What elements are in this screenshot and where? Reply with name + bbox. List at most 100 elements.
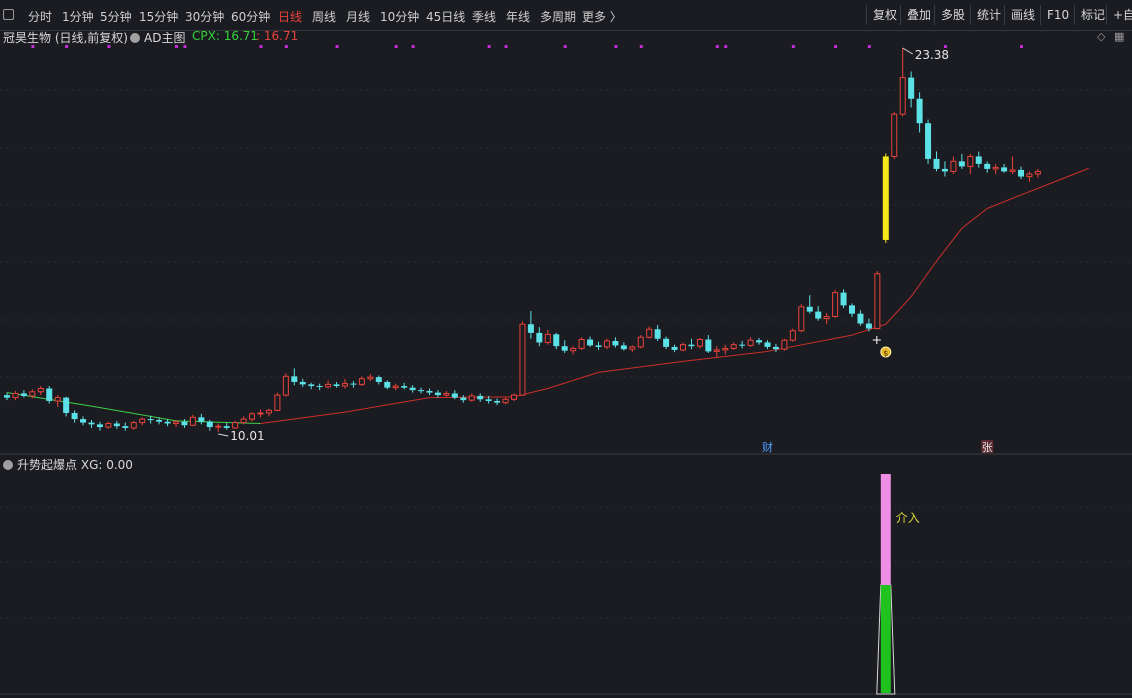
candle-body [561, 346, 568, 351]
candle-body [88, 422, 95, 425]
candle-body [12, 392, 19, 399]
candle-body [958, 161, 965, 167]
candle-body [113, 423, 120, 427]
candle-body [891, 113, 898, 157]
ma-line-segment [91, 405, 177, 422]
marker-dot [639, 45, 643, 48]
candle-body [899, 77, 906, 115]
candle-body [629, 346, 636, 350]
candle-body [1001, 167, 1008, 172]
candle-body [587, 339, 594, 346]
candle-body [756, 340, 763, 343]
candle-body [46, 388, 53, 401]
candle-body [249, 413, 256, 420]
candle-body [291, 376, 298, 382]
candle-body [494, 400, 501, 403]
candle-body [722, 347, 729, 351]
candle-body [54, 397, 61, 402]
event-marker-cai: 财 [762, 440, 773, 454]
candle-body [223, 426, 230, 428]
ma-line-segment [961, 208, 988, 229]
candle-body [840, 292, 847, 306]
ma-line-segment [1020, 181, 1055, 196]
candle-body [299, 381, 306, 385]
marker-dot [335, 45, 339, 48]
candle-body [375, 377, 382, 382]
candle-body [544, 333, 551, 343]
candle-body [342, 383, 348, 387]
marker-dot [183, 45, 187, 48]
candle-body [1026, 173, 1033, 178]
candle-body [789, 330, 796, 341]
candle-body [485, 399, 492, 401]
candle-body [950, 160, 957, 172]
candle-body [418, 390, 425, 392]
ma-line-segment [260, 411, 346, 424]
candle-body [333, 384, 340, 387]
candle-body [823, 315, 830, 320]
candle-body [122, 426, 129, 428]
signal-bar-top [880, 474, 891, 585]
max-pointer [902, 47, 913, 55]
signal-bar-bottom [880, 585, 891, 693]
candle-body [882, 156, 889, 240]
marker-dot [715, 45, 719, 48]
candle-body [992, 166, 999, 170]
marker-dot [724, 45, 728, 48]
candle-body [130, 422, 137, 429]
candle-body [578, 338, 585, 349]
event-marker-zhang: 张 [982, 441, 993, 454]
candle-body [671, 346, 678, 350]
candle-body [747, 339, 754, 346]
candle-body [443, 392, 450, 396]
candle-body [401, 386, 408, 388]
marker-dot [65, 45, 69, 48]
candle-body [680, 344, 686, 351]
candle-body [781, 339, 788, 350]
candle-body [460, 397, 467, 401]
kline-chart[interactable]: 23.38 10.01 $ 财 张介入 [0, 0, 1132, 698]
candle-body [764, 342, 771, 347]
candle-body [637, 336, 644, 348]
candle-body [105, 422, 112, 428]
candle-body [156, 419, 163, 422]
candle-body [80, 419, 87, 423]
candle-body [173, 421, 179, 424]
candle-body [967, 155, 974, 167]
candle-body [806, 306, 813, 312]
candle-body [434, 392, 441, 396]
candle-body [536, 332, 543, 343]
candle-body [908, 77, 915, 99]
candle-body [688, 344, 695, 347]
marker-dot [107, 45, 111, 48]
candle-body [477, 395, 484, 400]
ma-line-segment [1054, 167, 1089, 183]
candle-body [815, 311, 822, 319]
ma-line-segment [936, 227, 963, 262]
candle-body [832, 292, 839, 317]
candle-body [941, 168, 948, 172]
marker-dot [487, 45, 491, 48]
signal-label: 介入 [896, 511, 920, 525]
candle-body [468, 395, 475, 401]
candle-body [215, 425, 222, 428]
candle-body [358, 378, 365, 385]
candle-body [696, 338, 703, 347]
coin-icon-glyph: $ [883, 349, 888, 358]
candle-body [232, 422, 239, 429]
candle-body [620, 345, 627, 350]
ma-line-segment [598, 360, 684, 373]
ma-line-segment [987, 194, 1022, 209]
candle-body [350, 383, 357, 385]
min-pointer [218, 433, 229, 437]
candle-body [511, 394, 517, 400]
candle-body [189, 416, 196, 426]
ma-line-segment [175, 420, 261, 424]
candle-body [984, 163, 991, 169]
candle-body [975, 156, 982, 164]
candle-body [654, 329, 661, 339]
marker-dot [1020, 45, 1023, 48]
ma-line-segment [767, 334, 853, 352]
marker-dot [867, 45, 871, 48]
candle-body [772, 346, 779, 350]
